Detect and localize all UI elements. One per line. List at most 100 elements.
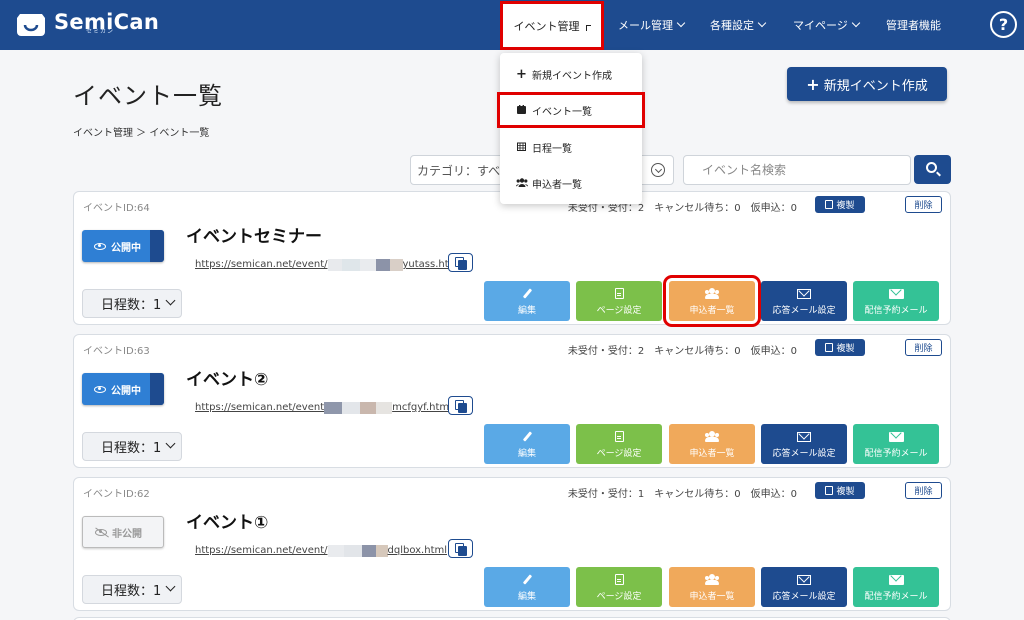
- event-card: イベントID:64 未受付・受付：2 キャンセル待ち：0 仮申込：0 複製 削除…: [73, 191, 951, 327]
- scheduled-mail-button[interactable]: 配信予約メール: [853, 281, 939, 321]
- eye-slash-icon: [95, 528, 107, 536]
- reply-mail-settings-button[interactable]: 応答メール設定: [761, 567, 847, 607]
- search-icon: [926, 162, 937, 173]
- duplicate-button[interactable]: 複製: [815, 196, 865, 213]
- nav-event-management[interactable]: イベント管理: [500, 1, 604, 50]
- reply-mail-settings-button-label: 応答メール設定: [772, 305, 836, 316]
- schedule-count-select[interactable]: 日程数：1: [82, 575, 182, 604]
- applicant-list-button[interactable]: 申込者一覧: [669, 567, 755, 607]
- eye-icon: [94, 242, 106, 250]
- event-title: イベント①: [186, 513, 269, 533]
- event-url-suffix: mcfgyf.html: [392, 402, 452, 413]
- schedule-count-label: 日程数：1: [101, 298, 162, 313]
- reply-mail-settings-button[interactable]: 応答メール設定: [761, 424, 847, 464]
- page-settings-button[interactable]: ページ設定: [576, 424, 662, 464]
- copy-url-icon[interactable]: [448, 396, 473, 415]
- chevron-down-icon: [165, 295, 176, 306]
- nav-mail-management[interactable]: メール管理: [618, 0, 686, 50]
- schedule-count-label: 日程数：1: [101, 441, 162, 456]
- new-event-button-label: 新規イベント作成: [823, 78, 928, 94]
- scheduled-mail-button[interactable]: 配信予約メール: [853, 424, 939, 464]
- dropdown-item-label: 日程一覧: [532, 143, 572, 155]
- schedule-count-select[interactable]: 日程数：1: [82, 432, 182, 461]
- delete-button[interactable]: 削除: [905, 196, 942, 213]
- page-settings-button[interactable]: ページ設定: [576, 567, 662, 607]
- event-id: イベントID:62: [83, 489, 150, 500]
- redacted-block: [389, 258, 403, 271]
- nav-event-management-label: イベント管理: [513, 19, 580, 33]
- delete-button[interactable]: 削除: [905, 339, 942, 356]
- envelope-icon: [888, 431, 904, 442]
- duplicate-button[interactable]: 複製: [815, 339, 865, 356]
- event-card: イベントID:63 未受付・受付：2 キャンセル待ち：0 仮申込：0 複製 削除…: [73, 334, 951, 468]
- chevron-down-icon: [676, 18, 686, 28]
- event-stats: 未受付・受付：1 キャンセル待ち：0 仮申込：0: [567, 489, 797, 500]
- event-card: イベントID:62 未受付・受付：1 キャンセル待ち：0 仮申込：0 複製 削除…: [73, 477, 951, 611]
- event-url[interactable]: https://semican.net/event/ yutass.html: [195, 258, 461, 271]
- event-id: イベントID:63: [83, 346, 150, 357]
- dropdown-item-schedule-list[interactable]: 日程一覧: [500, 129, 642, 165]
- event-url-suffix: dqlbox.html: [387, 545, 448, 556]
- copy-icon: [825, 200, 834, 209]
- applicant-list-button-label: 申込者一覧: [689, 448, 735, 459]
- applicant-list-button-label: 申込者一覧: [689, 591, 735, 602]
- chevron-down-icon: [165, 438, 176, 449]
- search-button[interactable]: [914, 155, 951, 184]
- help-icon[interactable]: ?: [990, 11, 1017, 38]
- page-settings-button[interactable]: ページ設定: [576, 281, 662, 321]
- nav-settings[interactable]: 各種設定: [710, 0, 767, 50]
- redacted-block: [375, 258, 390, 271]
- status-toggle-published[interactable]: 公開中: [82, 373, 164, 405]
- edit-button[interactable]: 編集: [484, 281, 570, 321]
- edit-button-label: 編集: [517, 305, 536, 316]
- event-url-prefix: https://semican.net/event/: [195, 259, 328, 270]
- pencil-icon: [522, 431, 532, 442]
- edit-button[interactable]: 編集: [484, 567, 570, 607]
- copy-icon: [825, 343, 834, 352]
- duplicate-button[interactable]: 複製: [815, 482, 865, 499]
- nav-admin-label: 管理者機能: [886, 19, 941, 32]
- document-icon: [614, 574, 624, 585]
- event-name-search-input[interactable]: [683, 155, 911, 185]
- schedule-count-label: 日程数：1: [101, 584, 162, 599]
- nav-mypage[interactable]: マイページ: [793, 0, 861, 50]
- envelope-open-icon: [797, 431, 811, 442]
- nav-mail-management-label: メール管理: [618, 19, 673, 32]
- status-toggle-unpublished[interactable]: 非公開: [82, 516, 164, 548]
- reply-mail-settings-button[interactable]: 応答メール設定: [761, 281, 847, 321]
- delete-button[interactable]: 削除: [905, 482, 942, 499]
- copy-url-icon[interactable]: [448, 539, 473, 558]
- event-url[interactable]: https://semican.net/event/ dqlbox.html: [195, 544, 447, 557]
- users-icon: [704, 288, 720, 299]
- redacted-block: [327, 544, 344, 557]
- status-label: 公開中: [111, 385, 141, 397]
- new-event-button[interactable]: + 新規イベント作成: [787, 67, 947, 101]
- dropdown-item-label: 申込者一覧: [532, 179, 582, 191]
- scheduled-mail-button[interactable]: 配信予約メール: [853, 567, 939, 607]
- edit-button[interactable]: 編集: [484, 424, 570, 464]
- copy-url-icon[interactable]: [448, 253, 473, 272]
- edit-button-label: 編集: [517, 448, 536, 459]
- dropdown-item-event-list[interactable]: イベント一覧: [497, 92, 645, 128]
- applicant-list-button[interactable]: 申込者一覧: [663, 275, 761, 327]
- duplicate-button-label: 複製: [836, 344, 855, 354]
- applicant-list-button[interactable]: 申込者一覧: [669, 424, 755, 464]
- nav-admin[interactable]: 管理者機能: [886, 0, 941, 50]
- dropdown-item-new-event[interactable]: + 新規イベント作成: [500, 56, 642, 92]
- pencil-icon: [522, 288, 532, 299]
- redacted-block: [343, 544, 362, 557]
- status-toggle-published[interactable]: 公開中: [82, 230, 164, 262]
- redacted-block: [324, 401, 343, 414]
- eye-icon: [94, 385, 106, 393]
- envelope-icon: [888, 574, 904, 585]
- schedule-count-select[interactable]: 日程数：1: [82, 289, 182, 318]
- event-title: イベント②: [186, 370, 269, 390]
- redacted-block: [376, 401, 393, 414]
- scheduled-mail-button-label: 配信予約メール: [864, 591, 928, 602]
- document-icon: [614, 288, 624, 299]
- envelope-open-icon: [797, 574, 811, 585]
- redacted-block: [342, 401, 361, 414]
- event-url[interactable]: https://semican.net/event mcfgyf.html: [195, 401, 452, 414]
- dropdown-item-applicant-list[interactable]: 申込者一覧: [500, 165, 642, 201]
- status-label: 公開中: [111, 242, 141, 254]
